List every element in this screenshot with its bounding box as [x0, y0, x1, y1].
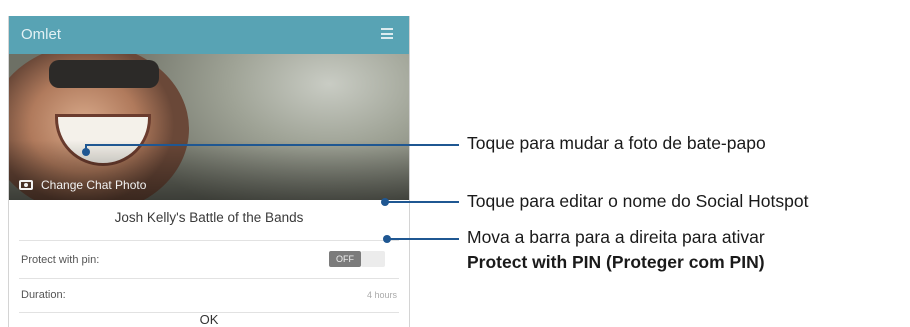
- callout-line-pin: [387, 238, 459, 240]
- protect-pin-row: Protect with pin: OFF: [9, 242, 409, 278]
- callout-text-name: Toque para editar o nome do Social Hotsp…: [467, 191, 809, 211]
- list-menu-icon[interactable]: [381, 28, 393, 39]
- ok-button[interactable]: OK: [9, 312, 409, 327]
- callout-text-pin-line1: Mova a barra para a direita para ativar: [467, 227, 765, 247]
- duration-value[interactable]: 4 hours: [367, 290, 397, 300]
- protect-pin-label: Protect with pin:: [21, 254, 100, 266]
- photo-sunglasses: [49, 60, 159, 88]
- phone-screen: Omlet Change Chat Photo Josh Kelly's Bat…: [8, 16, 410, 327]
- chat-name-row[interactable]: Josh Kelly's Battle of the Bands: [9, 200, 409, 240]
- app-title: Omlet: [21, 26, 62, 43]
- duration-label: Duration:: [21, 289, 66, 301]
- divider: [19, 240, 399, 241]
- callout-text-photo: Toque para mudar a foto de bate-papo: [467, 133, 766, 153]
- chat-photo[interactable]: Change Chat Photo: [9, 54, 409, 200]
- duration-row[interactable]: Duration: 4 hours: [9, 278, 409, 312]
- camera-icon: [19, 180, 33, 190]
- protect-pin-toggle[interactable]: OFF: [329, 249, 385, 269]
- app-bar: Omlet: [9, 16, 409, 54]
- change-chat-photo-label[interactable]: Change Chat Photo: [41, 178, 146, 192]
- callout-text-pin-line2: Protect with PIN (Proteger com PIN): [467, 252, 765, 272]
- toggle-track[interactable]: [361, 251, 385, 267]
- callout-line-name: [385, 201, 459, 203]
- chat-name[interactable]: Josh Kelly's Battle of the Bands: [9, 210, 409, 225]
- ok-row[interactable]: OK: [9, 312, 409, 327]
- toggle-off-label: OFF: [329, 251, 361, 267]
- callout-line-photo: [85, 144, 459, 146]
